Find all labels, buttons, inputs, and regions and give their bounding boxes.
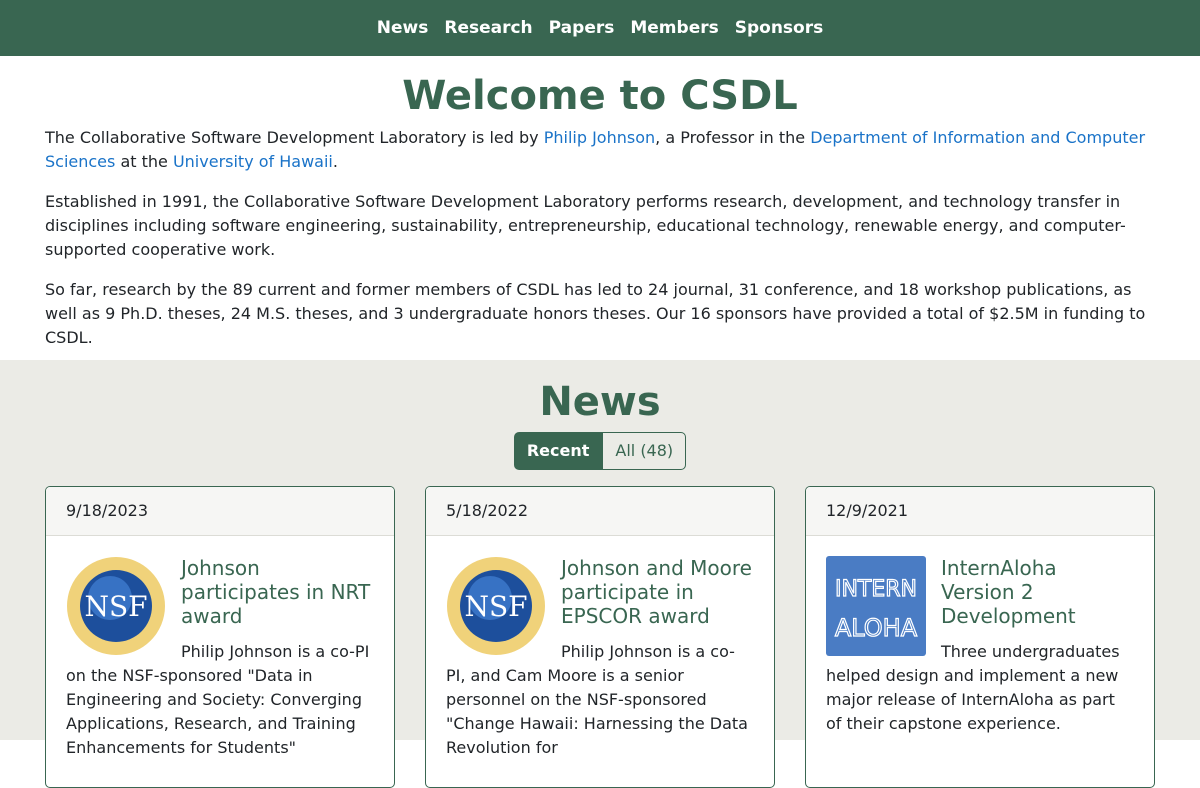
nav-sponsors[interactable]: Sponsors <box>735 18 824 38</box>
news-card-date: 12/9/2021 <box>806 487 1154 536</box>
news-card[interactable]: 9/18/2023 NSF Johnson participates in NR… <box>45 486 395 788</box>
news-card[interactable]: 5/18/2022 NSF Johnson and Moore particip… <box>425 486 775 788</box>
news-card-text: Philip Johnson is a co-PI on the NSF-spo… <box>66 642 370 757</box>
page-title: Welcome to CSDL <box>402 73 798 119</box>
intro-text-b: , a Professor in the <box>655 128 811 147</box>
news-card-body: INTERN ALOHA InternAloha Version 2 Devel… <box>806 536 1154 736</box>
nsf-logo-text: NSF <box>464 590 527 623</box>
internaloha-logo-line2: ALOHA <box>835 614 918 642</box>
university-of-hawaii-link[interactable]: University of Hawaii <box>173 152 333 171</box>
news-card-date: 5/18/2022 <box>426 487 774 536</box>
news-card[interactable]: 12/9/2021 INTERN ALOHA InternAloha Versi… <box>805 486 1155 788</box>
news-section: News Recent All (48) 9/18/2023 NSF Johns… <box>0 360 1200 788</box>
internaloha-logo-icon: INTERN ALOHA <box>826 556 926 656</box>
top-navbar: News Research Papers Members Sponsors <box>0 0 1200 56</box>
nav-news[interactable]: News <box>377 18 429 38</box>
welcome-section: Welcome to CSDL The Collaborative Softwa… <box>0 56 1200 386</box>
internaloha-logo-line1: INTERN <box>835 577 917 602</box>
history-paragraph: Established in 1991, the Collaborative S… <box>45 192 1126 259</box>
recent-tab-button[interactable]: Recent <box>513 432 603 470</box>
nav-papers[interactable]: Papers <box>549 18 615 38</box>
news-filter-toggle: Recent All (48) <box>0 432 1200 470</box>
news-cards: 9/18/2023 NSF Johnson participates in NR… <box>45 486 1155 788</box>
nav-members[interactable]: Members <box>630 18 718 38</box>
stats-paragraph: So far, research by the 89 current and f… <box>45 280 1146 347</box>
intro-text-c: at the <box>115 152 173 171</box>
nsf-logo-icon: NSF <box>447 557 545 655</box>
nav-research[interactable]: Research <box>444 18 532 38</box>
news-card-body: NSF Johnson and Moore participate in EPS… <box>426 536 774 760</box>
news-card-body: NSF Johnson participates in NRT award Ph… <box>46 536 394 760</box>
philip-johnson-link[interactable]: Philip Johnson <box>544 128 655 147</box>
news-card-text: Philip Johnson is a co-PI, and Cam Moore… <box>446 642 748 757</box>
intro-paragraph: The Collaborative Software Development L… <box>45 126 1155 174</box>
all-tab-button[interactable]: All (48) <box>602 432 687 470</box>
news-heading: News <box>539 379 661 425</box>
nsf-logo-text: NSF <box>84 590 147 623</box>
nsf-logo-icon: NSF <box>67 557 165 655</box>
intro-text-d: . <box>332 152 338 171</box>
intro-text-a: The Collaborative Software Development L… <box>45 128 544 147</box>
news-card-date: 9/18/2023 <box>46 487 394 536</box>
